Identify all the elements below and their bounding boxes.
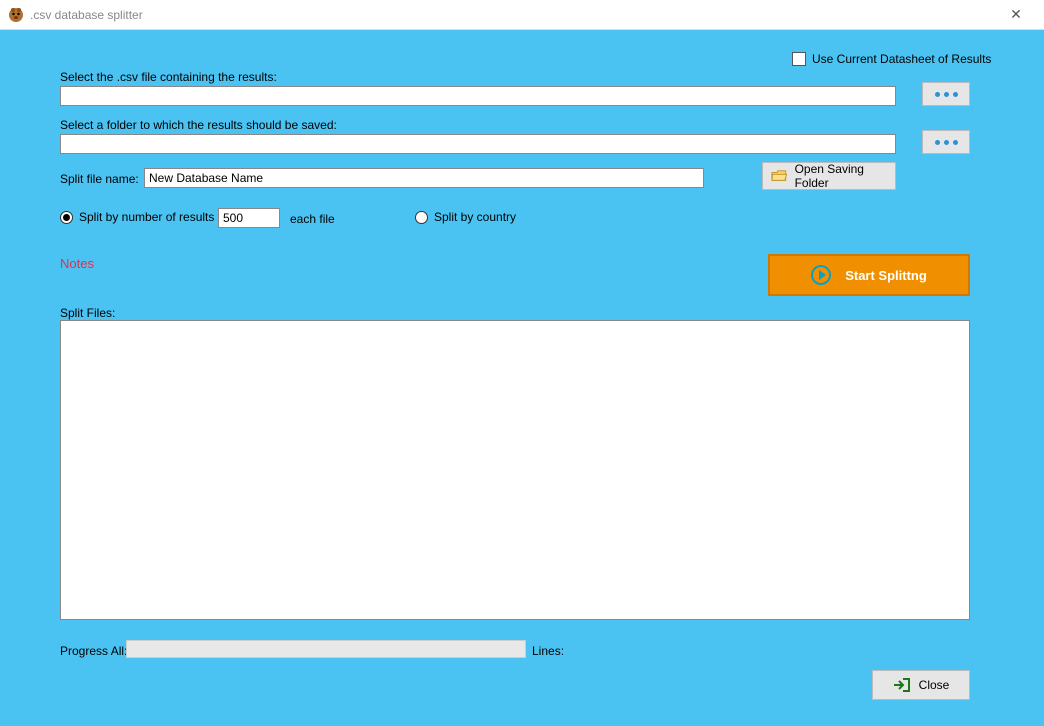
split-count-input[interactable] [218,208,280,228]
split-filename-label: Split file name: [60,172,139,186]
close-button[interactable]: Close [872,670,970,700]
split-by-country-radio[interactable]: Split by country [415,210,516,224]
start-splitting-label: Start Splittng [845,268,927,283]
split-by-country-label: Split by country [434,210,516,224]
progress-bar [126,640,526,658]
titlebar: .csv database splitter ✕ [0,0,1044,30]
browse-folder-button[interactable] [922,130,970,154]
each-file-label: each file [290,212,335,226]
open-saving-folder-button[interactable]: Open Saving Folder [762,162,896,190]
select-folder-label: Select a folder to which the results sho… [60,118,337,132]
close-button-label: Close [919,678,950,692]
notes-link[interactable]: Notes [60,256,94,271]
folder-path-input[interactable] [60,134,896,154]
app-icon [8,7,24,23]
exit-icon [893,677,911,693]
split-filename-input[interactable] [144,168,704,188]
split-files-listbox[interactable] [60,320,970,620]
progress-label: Progress All: [60,644,127,658]
window-title: .csv database splitter [30,8,143,22]
folder-icon [771,169,787,183]
start-splitting-button[interactable]: Start Splittng [768,254,970,296]
split-by-number-label: Split by number of results [79,210,214,224]
play-icon [811,265,831,285]
use-current-datasheet-label: Use Current Datasheet of Results [812,52,991,66]
csv-path-input[interactable] [60,86,896,106]
checkbox-icon [792,52,806,66]
use-current-datasheet-checkbox[interactable]: Use Current Datasheet of Results [792,52,991,66]
open-saving-folder-label: Open Saving Folder [795,162,887,190]
radio-icon [60,211,73,224]
split-by-number-radio[interactable]: Split by number of results [60,210,214,224]
browse-csv-button[interactable] [922,82,970,106]
radio-icon [415,211,428,224]
split-files-label: Split Files: [60,306,115,320]
select-csv-label: Select the .csv file containing the resu… [60,70,277,84]
lines-label: Lines: [532,644,564,658]
window-close-button[interactable]: ✕ [996,6,1036,23]
client-area: Use Current Datasheet of Results Select … [0,30,1044,726]
